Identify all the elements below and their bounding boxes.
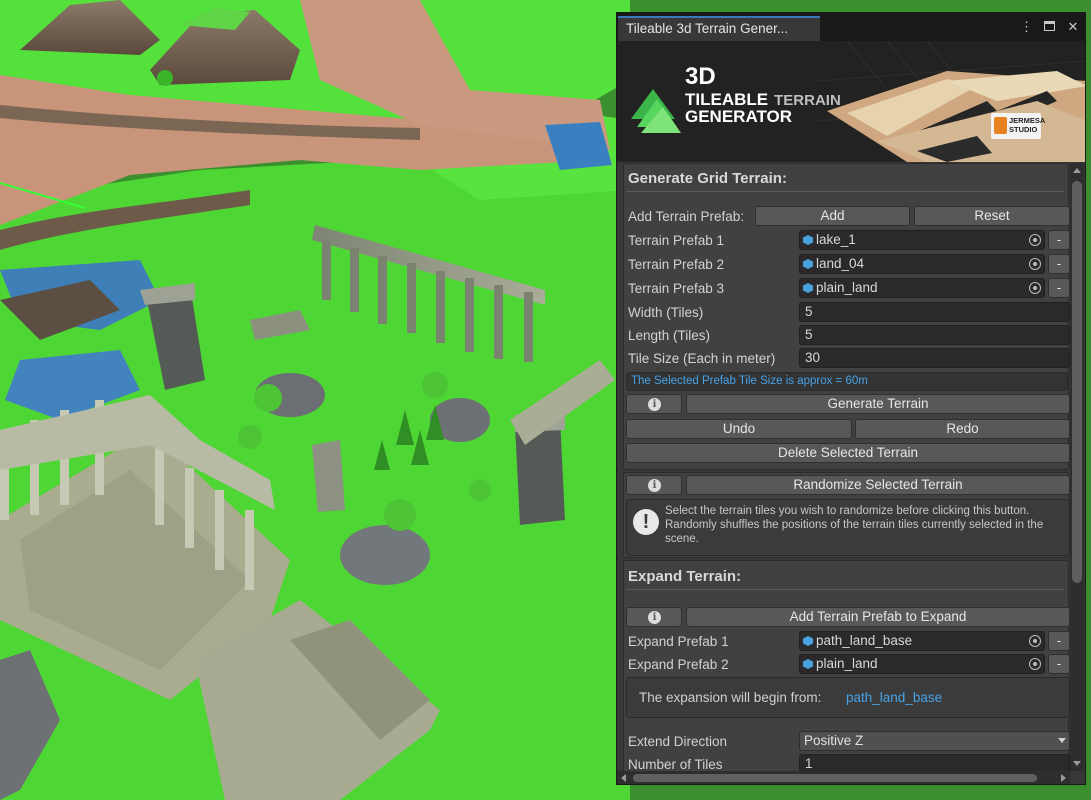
tile-size-hint: The Selected Prefab Tile Size is approx … [626, 372, 1068, 391]
object-picker-icon[interactable] [1029, 258, 1041, 270]
expand-prefab-label: Expand Prefab 2 [628, 657, 729, 672]
length-field[interactable]: 5 [799, 325, 1070, 345]
prefab-icon [803, 636, 813, 646]
width-field[interactable]: 5 [799, 302, 1070, 322]
editor-window: Tileable 3d Terrain Gener... ⋮ ✕ 3D TILE… [616, 12, 1086, 785]
delete-terrain-button[interactable]: Delete Selected Terrain [626, 443, 1070, 463]
prefab-object-field[interactable]: lake_1 [799, 230, 1045, 250]
window-controls: ⋮ ✕ [1020, 19, 1079, 35]
remove-expand-prefab-button[interactable]: - [1048, 631, 1070, 651]
close-icon[interactable]: ✕ [1067, 19, 1079, 35]
prefab-object-field[interactable]: land_04 [799, 254, 1045, 274]
tile-count-label: Number of Tiles [628, 757, 723, 772]
expand-section-title: Expand Terrain: [628, 568, 742, 585]
info-icon: i [648, 479, 661, 492]
scroll-right-icon[interactable] [1061, 774, 1066, 782]
horizontal-scrollbar[interactable] [617, 771, 1070, 784]
expand-prefab-field[interactable]: path_land_base [799, 631, 1045, 651]
studio-logo-icon [994, 117, 1007, 134]
prefab-icon [803, 659, 813, 669]
add-expand-prefab-button[interactable]: Add Terrain Prefab to Expand [686, 607, 1070, 627]
prefab-label: Terrain Prefab 2 [628, 257, 725, 272]
object-picker-icon[interactable] [1029, 234, 1041, 246]
scroll-down-icon[interactable] [1073, 761, 1081, 766]
banner-generator: GENERATOR [685, 107, 793, 126]
redo-button[interactable]: Redo [855, 419, 1070, 439]
tile-size-field[interactable]: 30 [799, 348, 1070, 368]
window-tab-title: Tileable 3d Terrain Gener... [626, 21, 789, 36]
remove-prefab-button[interactable]: - [1048, 254, 1070, 274]
randomize-info-button[interactable]: i [626, 475, 682, 495]
length-label: Length (Tiles) [628, 328, 711, 343]
randomize-help-text: Select the terrain tiles you wish to ran… [665, 505, 1044, 545]
prefab-icon [803, 235, 813, 245]
grid-terrain-section: Generate Grid Terrain: Add Terrain Prefa… [623, 163, 1070, 470]
grid-section-title: Generate Grid Terrain: [628, 170, 787, 187]
undo-button[interactable]: Undo [626, 419, 852, 439]
randomize-terrain-button[interactable]: Randomize Selected Terrain [686, 475, 1070, 495]
banner-title: 3D TILEABLE TERRAIN GENERATOR [685, 63, 841, 126]
object-picker-icon[interactable] [1029, 282, 1041, 294]
chevron-down-icon [1058, 738, 1066, 743]
info-icon: i [648, 398, 661, 411]
add-prefab-label: Add Terrain Prefab: [628, 209, 745, 224]
scroll-left-icon[interactable] [621, 774, 626, 782]
prefab-icon [803, 259, 813, 269]
maximize-icon[interactable] [1044, 21, 1055, 31]
object-picker-icon[interactable] [1029, 658, 1041, 670]
expansion-start-value: path_land_base [846, 690, 943, 705]
studio-name: JERMESA [1009, 116, 1046, 125]
banner-3d: 3D [685, 63, 716, 90]
generate-terrain-button[interactable]: Generate Terrain [686, 394, 1070, 414]
studio-logo: JERMESA STUDIO [991, 113, 1045, 139]
expand-info-button[interactable]: i [626, 607, 682, 627]
prefab-object-field[interactable]: plain_land [799, 278, 1045, 298]
scroll-up-icon[interactable] [1073, 168, 1081, 173]
expand-prefab-label: Expand Prefab 1 [628, 634, 729, 649]
object-picker-icon[interactable] [1029, 635, 1041, 647]
randomize-section: i Randomize Selected Terrain ! Select th… [623, 472, 1070, 558]
window-tab[interactable]: Tileable 3d Terrain Gener... [618, 16, 820, 41]
remove-prefab-button[interactable]: - [1048, 230, 1070, 250]
tile-size-label: Tile Size (Each in meter) [628, 351, 776, 366]
expand-terrain-section: Expand Terrain: i Add Terrain Prefab to … [623, 560, 1070, 784]
width-label: Width (Tiles) [628, 305, 704, 320]
warning-icon: ! [633, 509, 659, 535]
add-prefab-button[interactable]: Add [755, 206, 910, 226]
remove-prefab-button[interactable]: - [1048, 278, 1070, 298]
direction-dropdown[interactable]: Positive Z [799, 731, 1070, 751]
remove-expand-prefab-button[interactable]: - [1048, 654, 1070, 674]
prefab-icon [803, 283, 813, 293]
generate-info-button[interactable]: i [626, 394, 682, 414]
menu-icon[interactable]: ⋮ [1020, 19, 1033, 35]
info-icon: i [648, 611, 661, 624]
rock-cluster [340, 525, 430, 585]
vertical-scroll-thumb[interactable] [1072, 181, 1082, 583]
prefab-label: Terrain Prefab 3 [628, 281, 725, 296]
window-titlebar: Tileable 3d Terrain Gener... ⋮ ✕ [617, 13, 1085, 41]
direction-label: Extend Direction [628, 734, 728, 749]
vertical-scrollbar[interactable] [1070, 163, 1084, 771]
expand-prefab-field[interactable]: plain_land [799, 654, 1045, 674]
horizontal-scroll-thumb[interactable] [633, 774, 1037, 782]
randomize-help-box: ! Select the terrain tiles you wish to r… [626, 499, 1070, 556]
reset-button[interactable]: Reset [914, 206, 1070, 226]
tool-banner: 3D TILEABLE TERRAIN GENERATOR JERMESA STU… [617, 41, 1085, 162]
expansion-start-label: The expansion will begin from: [639, 690, 822, 705]
expansion-start-box: The expansion will begin from: path_land… [626, 677, 1070, 718]
prefab-label: Terrain Prefab 1 [628, 233, 725, 248]
studio-sub: STUDIO [1009, 125, 1038, 135]
